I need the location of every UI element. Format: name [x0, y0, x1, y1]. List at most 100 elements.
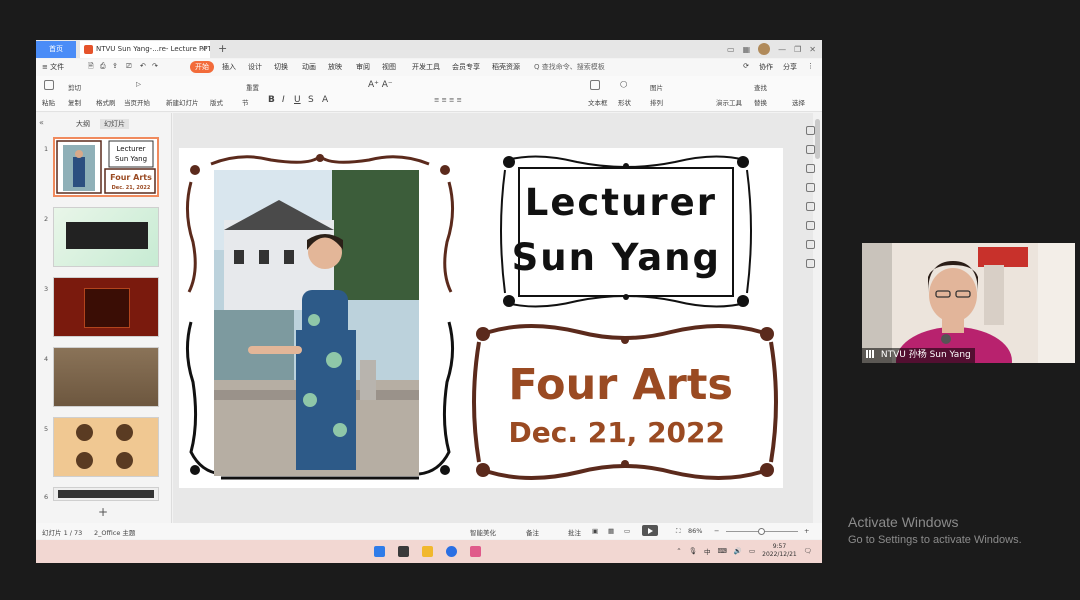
slide-thumbnail-1[interactable]: Lecturer Sun Yang Four Arts Dec. 21, 202…: [53, 137, 159, 197]
collab-button[interactable]: 协作: [759, 62, 773, 72]
meeting-app-icon[interactable]: [446, 546, 457, 557]
close-window-icon[interactable]: ✕: [809, 45, 816, 54]
paste-button[interactable]: 粘贴: [42, 97, 55, 107]
menu-review[interactable]: 审阅: [356, 62, 370, 72]
slide-thumbnail-2[interactable]: [53, 207, 159, 267]
slide-title-line1[interactable]: Lecturer: [179, 181, 783, 224]
find-button[interactable]: 查找: [754, 82, 767, 92]
slideshow-play-button[interactable]: [642, 525, 658, 536]
strikethrough-icon[interactable]: S: [308, 95, 314, 105]
backup-icon[interactable]: [805, 240, 815, 249]
layout-button[interactable]: 版式: [210, 97, 223, 107]
tray-expand-icon[interactable]: ⌃: [676, 547, 681, 555]
tab-home[interactable]: 首页: [36, 41, 76, 58]
redo-icon[interactable]: ↷: [152, 62, 158, 70]
slide-thumbnail-6[interactable]: [53, 487, 159, 501]
normal-view-icon[interactable]: ▣: [592, 527, 598, 535]
shape-button[interactable]: 形状: [618, 97, 631, 107]
preview-icon[interactable]: ⎚: [126, 62, 132, 71]
zoom-slider[interactable]: [726, 528, 798, 535]
slide-thumbnail-4[interactable]: [53, 347, 159, 407]
slide-thumbnail-5[interactable]: [53, 417, 159, 477]
notes-button[interactable]: 备注: [526, 527, 539, 537]
start-menu-icon[interactable]: [374, 546, 385, 557]
picture-button[interactable]: 图片: [650, 82, 663, 92]
replace-button[interactable]: 替换: [754, 97, 767, 107]
menu-file[interactable]: ≡ 文件: [42, 62, 64, 72]
play-from-current-button[interactable]: 当页开始: [124, 97, 150, 107]
participant-video-tile[interactable]: NTVU 孙杨 Sun Yang: [862, 243, 1075, 363]
section-button[interactable]: 节: [242, 97, 249, 107]
current-slide[interactable]: Lecturer Sun Yang Four Arts Dec. 21, 202…: [179, 148, 783, 488]
comments-button[interactable]: 批注: [568, 527, 581, 537]
volume-icon[interactable]: 🔊: [734, 547, 742, 555]
align-icons[interactable]: ≡ ≡ ≡ ≡: [434, 96, 462, 104]
sync-icon[interactable]: ⟳: [743, 62, 749, 72]
taskbar-clock[interactable]: 9:57 2022/12/21: [762, 543, 797, 559]
new-slide-button[interactable]: 新建幻灯片: [166, 97, 199, 107]
wps-app-icon[interactable]: [470, 546, 481, 557]
paste-icon[interactable]: [44, 80, 54, 90]
layout-icon[interactable]: ▭: [727, 45, 735, 54]
zoom-out-icon[interactable]: −: [714, 527, 719, 535]
menu-developer[interactable]: 开发工具: [412, 62, 440, 72]
menu-animation[interactable]: 动画: [302, 62, 316, 72]
zoom-in-icon[interactable]: +: [804, 527, 809, 535]
copy-button[interactable]: 复制: [68, 97, 81, 107]
underline-icon[interactable]: U: [294, 95, 301, 105]
tab-slides[interactable]: 幻灯片: [100, 119, 129, 129]
theme-name[interactable]: 2_Office 主题: [94, 527, 135, 537]
slide-title-line2[interactable]: Sun Yang: [179, 236, 783, 279]
battery-icon[interactable]: ▭: [749, 547, 755, 555]
collapse-panel-icon[interactable]: «: [39, 118, 44, 127]
save-icon[interactable]: 🗎: [88, 62, 94, 73]
grid-icon[interactable]: ▦: [743, 45, 751, 54]
present-tool-button[interactable]: 演示工具: [716, 97, 742, 107]
export-icon[interactable]: ⇪: [112, 62, 118, 70]
print-icon[interactable]: ⎙: [100, 62, 106, 71]
play-icon[interactable]: ▷: [136, 80, 141, 88]
cut-button[interactable]: 剪切: [68, 82, 81, 92]
menu-docer[interactable]: 稻壳资源: [492, 62, 520, 72]
font-color-icon[interactable]: A: [322, 95, 328, 105]
menu-slideshow[interactable]: 放映: [328, 62, 342, 72]
more-icon[interactable]: ⋮: [807, 62, 814, 72]
menu-start[interactable]: 开始: [190, 61, 214, 73]
ime-mode-icon[interactable]: ⌨: [718, 547, 727, 555]
property-icon[interactable]: [805, 126, 815, 135]
picture-tool-icon[interactable]: [805, 202, 815, 211]
user-avatar[interactable]: [758, 43, 771, 55]
select-button[interactable]: 选择: [792, 97, 805, 107]
fit-icon[interactable]: ⛶: [676, 527, 681, 536]
copy-format-icon[interactable]: [805, 183, 815, 192]
minimize-icon[interactable]: —: [778, 45, 786, 54]
text-box-button[interactable]: 文本框: [588, 97, 608, 107]
reading-view-icon[interactable]: ▭: [624, 527, 630, 535]
tab-document[interactable]: NTVU Sun Yang-...re- Lecture PPT ×: [80, 41, 210, 58]
restore-icon[interactable]: ❐: [794, 45, 801, 54]
tab-outline[interactable]: 大纲: [76, 119, 90, 129]
format-painter-button[interactable]: 格式刷: [96, 97, 116, 107]
task-view-icon[interactable]: [398, 546, 409, 557]
shape-icon[interactable]: ◯: [620, 80, 627, 88]
undo-icon[interactable]: ↶: [140, 62, 146, 70]
italic-icon[interactable]: I: [282, 95, 285, 105]
animation-icon[interactable]: [805, 164, 815, 173]
smart-beautify-button[interactable]: 智能美化: [470, 527, 496, 537]
menu-transition[interactable]: 切换: [274, 62, 288, 72]
share-button[interactable]: 分享: [783, 62, 797, 72]
slide-date[interactable]: Dec. 21, 2022: [179, 416, 783, 449]
slide-thumbnail-3[interactable]: [53, 277, 159, 337]
menu-insert[interactable]: 插入: [222, 62, 236, 72]
zoom-slider-knob[interactable]: [757, 528, 765, 535]
ime-indicator[interactable]: 中: [704, 546, 711, 556]
adjust-icon[interactable]: [805, 145, 815, 154]
box-icon[interactable]: [805, 259, 815, 268]
menu-design[interactable]: 设计: [248, 62, 262, 72]
sorter-view-icon[interactable]: ▦: [608, 527, 614, 535]
mic-icon[interactable]: 🎙: [689, 547, 697, 555]
file-explorer-icon[interactable]: [422, 546, 433, 557]
arrange-button[interactable]: 排列: [650, 97, 663, 107]
grow-font-icon[interactable]: A⁺ A⁻: [368, 80, 393, 90]
slide-subtitle[interactable]: Four Arts: [179, 360, 783, 410]
